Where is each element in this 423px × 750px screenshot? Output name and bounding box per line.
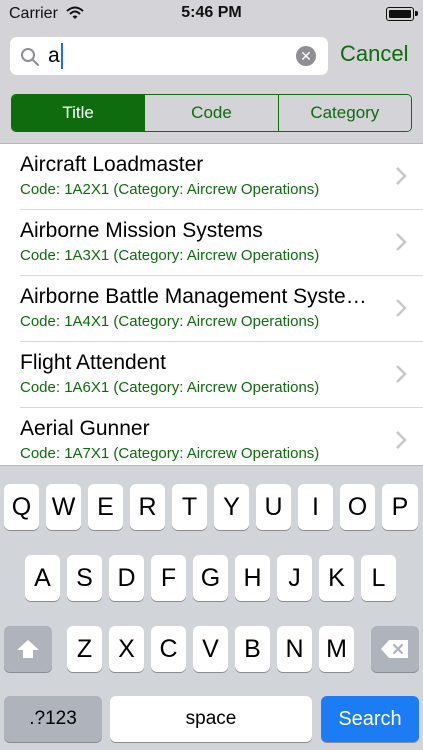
clear-icon[interactable]: ✕ xyxy=(296,46,316,66)
key-v[interactable]: V xyxy=(193,626,228,672)
key-w[interactable]: W xyxy=(46,484,81,530)
search-key[interactable]: Search xyxy=(321,696,419,742)
list-item[interactable]: Aerial Gunner Code: 1A7X1 (Category: Air… xyxy=(0,408,423,465)
scope-bar: Title Code Category xyxy=(0,84,423,144)
chevron-right-icon xyxy=(396,167,407,185)
key-y[interactable]: Y xyxy=(214,484,249,530)
item-subtitle: Code: 1A3X1 (Category: Aircrew Operation… xyxy=(20,247,320,264)
key-o[interactable]: O xyxy=(340,484,375,530)
text-cursor xyxy=(61,43,63,69)
backspace-icon xyxy=(381,640,408,658)
item-subtitle: Code: 1A6X1 (Category: Aircrew Operation… xyxy=(20,379,320,396)
list-item[interactable]: Airborne Mission Systems Code: 1A3X1 (Ca… xyxy=(0,210,423,276)
delete-key[interactable] xyxy=(371,626,419,672)
key-h[interactable]: H xyxy=(235,555,270,601)
key-n[interactable]: N xyxy=(277,626,312,672)
chevron-right-icon xyxy=(396,299,407,317)
key-d[interactable]: D xyxy=(109,555,144,601)
item-subtitle: Code: 1A4X1 (Category: Aircrew Operation… xyxy=(20,313,320,330)
key-g[interactable]: G xyxy=(193,555,228,601)
key-i[interactable]: I xyxy=(298,484,333,530)
key-e[interactable]: E xyxy=(88,484,123,530)
item-subtitle: Code: 1A7X1 (Category: Aircrew Operation… xyxy=(20,445,320,462)
key-k[interactable]: K xyxy=(319,555,354,601)
item-title: Aerial Gunner xyxy=(20,417,150,440)
results-list: Aircraft Loadmaster Code: 1A2X1 (Categor… xyxy=(0,144,423,465)
battery-icon xyxy=(386,7,418,21)
key-f[interactable]: F xyxy=(151,555,186,601)
key-u[interactable]: U xyxy=(256,484,291,530)
key-z[interactable]: Z xyxy=(67,626,102,672)
list-item[interactable]: Airborne Battle Management Systems Code:… xyxy=(0,276,423,342)
key-r[interactable]: R xyxy=(130,484,165,530)
search-scope-segmented-control: Title Code Category xyxy=(11,94,412,132)
magnifying-glass-icon xyxy=(21,48,39,66)
key-s[interactable]: S xyxy=(67,555,102,601)
search-bar: a ✕ Cancel xyxy=(0,28,423,84)
key-q[interactable]: Q xyxy=(4,484,39,530)
list-item[interactable]: Aircraft Loadmaster Code: 1A2X1 (Categor… xyxy=(0,144,423,210)
item-title: Airborne Mission Systems xyxy=(20,219,263,242)
item-subtitle: Code: 1A2X1 (Category: Aircrew Operation… xyxy=(20,181,320,198)
chevron-right-icon xyxy=(396,233,407,251)
key-a[interactable]: A xyxy=(25,555,60,601)
item-title: Airborne Battle Management Systems xyxy=(20,285,372,308)
key-b[interactable]: B xyxy=(235,626,270,672)
status-bar: Carrier 5:46 PM xyxy=(0,0,423,28)
search-input[interactable]: a ✕ xyxy=(10,37,328,75)
chevron-right-icon xyxy=(396,365,407,383)
chevron-right-icon xyxy=(396,431,407,449)
shift-arrow-icon xyxy=(17,640,39,658)
segment-category[interactable]: Category xyxy=(277,95,411,131)
item-title: Flight Attendent xyxy=(20,351,166,374)
segment-title[interactable]: Title xyxy=(12,95,145,131)
key-p[interactable]: P xyxy=(382,484,418,530)
segment-code[interactable]: Code xyxy=(144,95,278,131)
cancel-button[interactable]: Cancel xyxy=(340,41,408,67)
key-t[interactable]: T xyxy=(172,484,207,530)
clock: 5:46 PM xyxy=(181,4,242,21)
numbers-key[interactable]: .?123 xyxy=(4,696,102,742)
shift-key[interactable] xyxy=(4,626,52,672)
keyboard: Q W E R T Y U I O P A S D F G H J K L Z … xyxy=(0,465,423,750)
list-item[interactable]: Flight Attendent Code: 1A6X1 (Category: … xyxy=(0,342,423,408)
search-query-text: a xyxy=(48,44,60,67)
key-c[interactable]: C xyxy=(151,626,186,672)
key-x[interactable]: X xyxy=(109,626,144,672)
key-j[interactable]: J xyxy=(277,555,312,601)
space-key[interactable]: space xyxy=(110,696,312,742)
key-l[interactable]: L xyxy=(361,555,396,601)
item-title: Aircraft Loadmaster xyxy=(20,153,204,176)
key-m[interactable]: M xyxy=(319,626,354,672)
